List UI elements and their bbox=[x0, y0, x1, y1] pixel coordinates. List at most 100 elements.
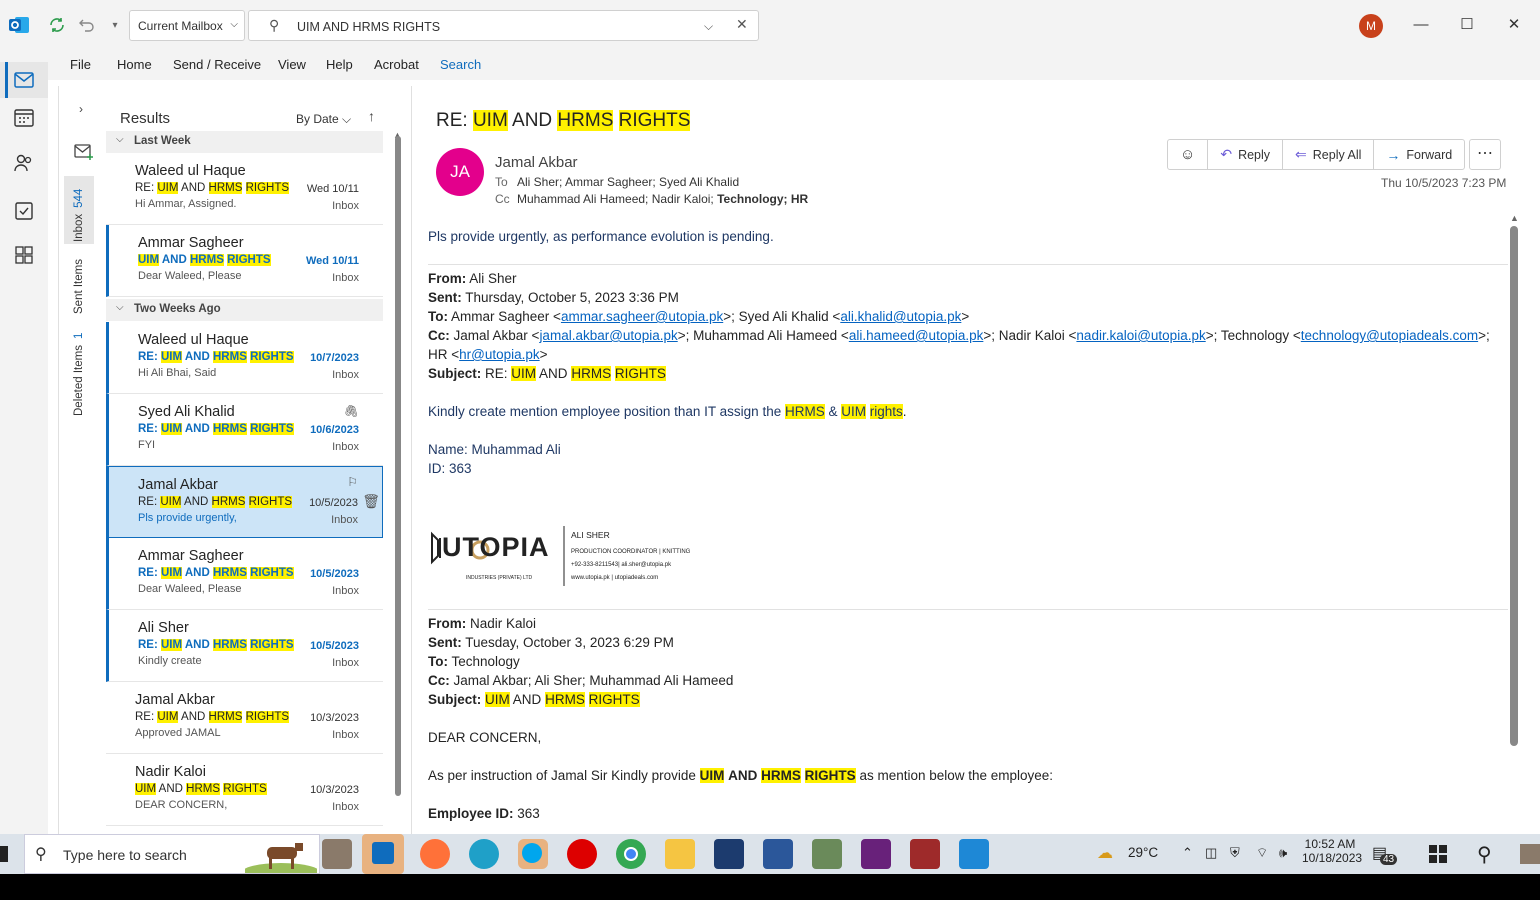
edge-icon[interactable] bbox=[469, 839, 499, 869]
item-folder: Inbox bbox=[332, 200, 359, 212]
email-link[interactable]: ali.hameed@utopia.pk bbox=[849, 328, 984, 343]
list-item[interactable]: Ammar Sagheer UIM AND HRMS RIGHTS Dear W… bbox=[106, 225, 383, 297]
sig-brand: UTOPIA bbox=[442, 532, 550, 562]
tasks-icon[interactable] bbox=[11, 197, 37, 223]
tray-app-icon[interactable]: ◫ bbox=[1205, 845, 1217, 861]
windows-start-icon[interactable] bbox=[1428, 844, 1448, 867]
opera-icon[interactable] bbox=[567, 839, 597, 869]
reading-scroll-up-icon[interactable]: ▲ bbox=[1510, 213, 1519, 223]
delete-icon[interactable]: 🗑 bbox=[362, 493, 380, 510]
item-folder: Inbox bbox=[332, 657, 359, 669]
utopia-app-icon[interactable] bbox=[322, 839, 352, 869]
spreadsheet-app-icon[interactable] bbox=[812, 839, 842, 869]
hl-rights: RIGHTS bbox=[245, 182, 290, 194]
network-icon[interactable]: ⌔ bbox=[1256, 845, 1268, 861]
taskbar-search[interactable]: ⚲ Type here to search bbox=[24, 834, 320, 874]
email-link[interactable]: jamal.akbar@utopia.pk bbox=[539, 328, 677, 343]
item-preview: Pls provide urgently, bbox=[138, 512, 237, 524]
tab-view[interactable]: View bbox=[278, 57, 306, 72]
clear-search-icon[interactable]: ✕ bbox=[736, 16, 748, 33]
winrar-icon[interactable] bbox=[910, 839, 940, 869]
sync-icon[interactable] bbox=[44, 12, 70, 38]
mailbox-scope-select[interactable]: Current Mailbox ⌵ bbox=[129, 10, 245, 41]
tab-home[interactable]: Home bbox=[117, 57, 152, 72]
folder-deleted-items[interactable]: Deleted Items 1 bbox=[73, 333, 85, 416]
sender-name[interactable]: Jamal Akbar bbox=[495, 154, 578, 171]
email-link[interactable]: nadir.kaloi@utopia.pk bbox=[1076, 328, 1205, 343]
list-item[interactable]: Jamal Akbar RE: UIM AND HRMS RIGHTS Appr… bbox=[106, 682, 383, 754]
search-input[interactable]: UIM AND HRMS RIGHTS bbox=[297, 20, 440, 34]
sender-avatar[interactable]: JA bbox=[436, 148, 484, 196]
email-link[interactable]: technology@utopiadeals.com bbox=[1301, 328, 1478, 343]
calendar-icon[interactable] bbox=[11, 105, 37, 131]
subject-prefix: RE: bbox=[138, 567, 161, 579]
sort-by-date[interactable]: By Date ⌵ bbox=[296, 112, 351, 127]
to-label: To bbox=[495, 175, 508, 189]
visual-studio-icon[interactable] bbox=[861, 839, 891, 869]
tray-overflow-icon[interactable]: ⌃ bbox=[1182, 845, 1193, 861]
hl-hrms: HRMS bbox=[571, 366, 612, 381]
tray-security-icon[interactable]: ⛨ bbox=[1230, 845, 1240, 861]
forward-button[interactable]: → Forward bbox=[1374, 140, 1464, 169]
group-two-weeks-ago[interactable]: ⌵ Two Weeks Ago bbox=[106, 299, 383, 321]
list-item[interactable]: Nadir Kaloi UIM AND HRMS RIGHTS DEAR CON… bbox=[106, 754, 383, 826]
photos-icon[interactable] bbox=[959, 839, 989, 869]
chrome-icon[interactable] bbox=[616, 839, 646, 869]
list-item[interactable]: Waleed ul Haque RE: UIM AND HRMS RIGHTS … bbox=[106, 153, 383, 225]
folder-sent-items[interactable]: Sent Items bbox=[73, 259, 85, 314]
list-item-selected[interactable]: Jamal Akbar ⚐ 🗑 RE: UIM AND HRMS RIGHTS … bbox=[106, 466, 383, 538]
list-item[interactable]: Syed Ali Khalid 🖇 RE: UIM AND HRMS RIGHT… bbox=[106, 394, 383, 466]
tab-help[interactable]: Help bbox=[326, 57, 353, 72]
item-folder: Inbox bbox=[332, 369, 359, 381]
folder-inbox[interactable]: Inbox 544 bbox=[73, 189, 85, 242]
reply-button[interactable]: ↶ Reply bbox=[1208, 140, 1284, 169]
word-icon[interactable] bbox=[763, 839, 793, 869]
weather-temp[interactable]: 29°C bbox=[1128, 845, 1158, 860]
reply-all-button[interactable]: ⇐ Reply All bbox=[1283, 140, 1375, 169]
list-item[interactable]: Waleed ul Haque RE: UIM AND HRMS RIGHTS … bbox=[106, 322, 383, 394]
tab-file[interactable]: File bbox=[70, 57, 91, 72]
undo-icon[interactable] bbox=[74, 12, 100, 38]
sort-direction-arrow-icon[interactable]: ↑ bbox=[368, 108, 375, 124]
search-icon[interactable]: ⚲ bbox=[1477, 842, 1492, 867]
clock[interactable]: 10:52 AM 10/18/2023 bbox=[1302, 837, 1362, 865]
firefox-icon[interactable] bbox=[420, 839, 450, 869]
account-avatar[interactable]: M bbox=[1359, 14, 1383, 38]
email-link[interactable]: ali.khalid@utopia.pk bbox=[840, 309, 961, 324]
expand-pane-chevron-icon[interactable]: › bbox=[79, 102, 83, 116]
volume-icon[interactable]: 🕪 bbox=[1279, 845, 1287, 861]
tab-send-receive[interactable]: Send / Receive bbox=[173, 57, 261, 72]
close-window-icon[interactable]: ✕ bbox=[1502, 14, 1526, 38]
email-link[interactable]: hr@utopia.pk bbox=[459, 347, 540, 362]
list-item[interactable]: Ali Sher RE: UIM AND HRMS RIGHTS Kindly … bbox=[106, 610, 383, 682]
outlook-taskbar-icon[interactable] bbox=[362, 834, 404, 874]
react-button[interactable]: ☺ bbox=[1168, 140, 1209, 169]
more-actions-icon[interactable]: ⋯ bbox=[1469, 139, 1501, 170]
reading-scrollbar[interactable] bbox=[1510, 226, 1518, 746]
tab-acrobat[interactable]: Acrobat bbox=[374, 57, 419, 72]
group-last-week[interactable]: ⌵ Last Week bbox=[106, 131, 383, 153]
tab-search[interactable]: Search bbox=[440, 57, 481, 72]
mail-icon[interactable] bbox=[11, 67, 37, 93]
search-options-chevron-icon[interactable]: ⌵ bbox=[704, 19, 713, 34]
text: as mention below the employee: bbox=[855, 768, 1054, 783]
sql-tool-icon[interactable] bbox=[714, 839, 744, 869]
people-icon[interactable] bbox=[11, 150, 37, 176]
utopia-app-icon[interactable] bbox=[1520, 844, 1540, 864]
new-mail-icon[interactable] bbox=[74, 144, 94, 163]
list-item[interactable]: Ammar Sagheer RE: UIM AND HRMS RIGHTS De… bbox=[106, 538, 383, 610]
maximize-icon[interactable]: ☐ bbox=[1455, 14, 1479, 38]
file-explorer-icon[interactable] bbox=[665, 839, 695, 869]
windows-taskbar: ⚲ Type here to search ☁ 29°C ⌃ ◫ ⛨ ⌔ 🕪 1… bbox=[0, 834, 1540, 874]
minimize-icon[interactable]: — bbox=[1409, 14, 1433, 38]
apps-icon[interactable] bbox=[11, 242, 37, 268]
flag-icon[interactable]: ⚐ bbox=[347, 475, 358, 489]
search-box[interactable]: ⚲ UIM AND HRMS RIGHTS ⌵ ✕ bbox=[248, 10, 759, 41]
kw-and: AND bbox=[539, 366, 568, 381]
item-date: 10/3/2023 bbox=[310, 784, 359, 796]
quick-access-dropdown-icon[interactable]: ▾ bbox=[102, 12, 128, 38]
start-icon[interactable] bbox=[0, 846, 8, 862]
email-link[interactable]: ammar.sagheer@utopia.pk bbox=[561, 309, 723, 324]
list-scrollbar[interactable] bbox=[395, 136, 401, 796]
skype-icon[interactable] bbox=[518, 839, 548, 869]
